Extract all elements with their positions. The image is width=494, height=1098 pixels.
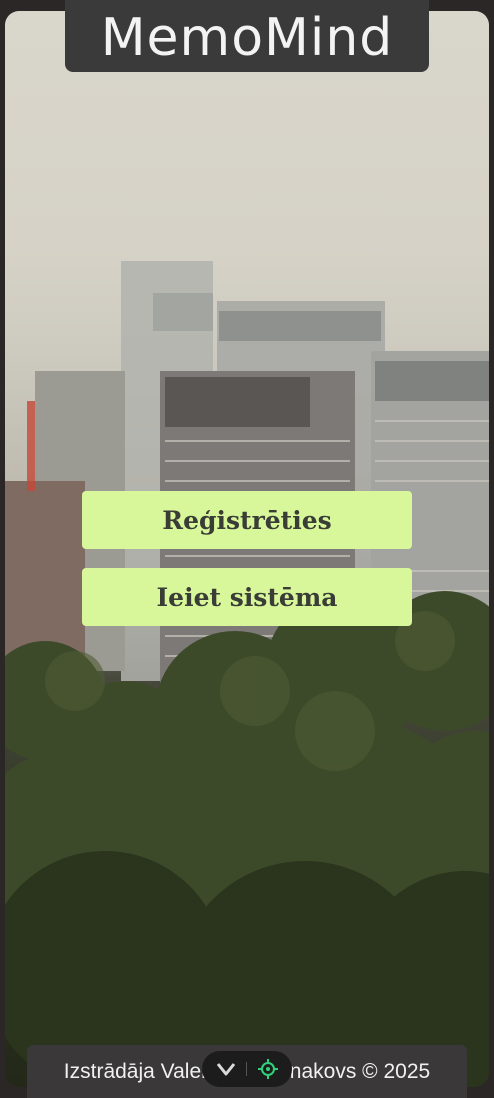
register-button-label: Reģistrēties [162,505,332,535]
chevron-down-icon[interactable] [215,1058,237,1080]
floating-toolbar [202,1051,292,1087]
toolbar-divider [246,1062,248,1076]
crosshair-icon[interactable] [257,1058,279,1080]
login-button[interactable]: Ieiet sistēma [82,568,412,626]
register-button[interactable]: Reģistrēties [82,491,412,549]
login-button-label: Ieiet sistēma [156,582,338,612]
app-title-banner: MemoMind [65,0,429,72]
background-frame [5,11,489,1087]
app-title: MemoMind [100,8,394,68]
